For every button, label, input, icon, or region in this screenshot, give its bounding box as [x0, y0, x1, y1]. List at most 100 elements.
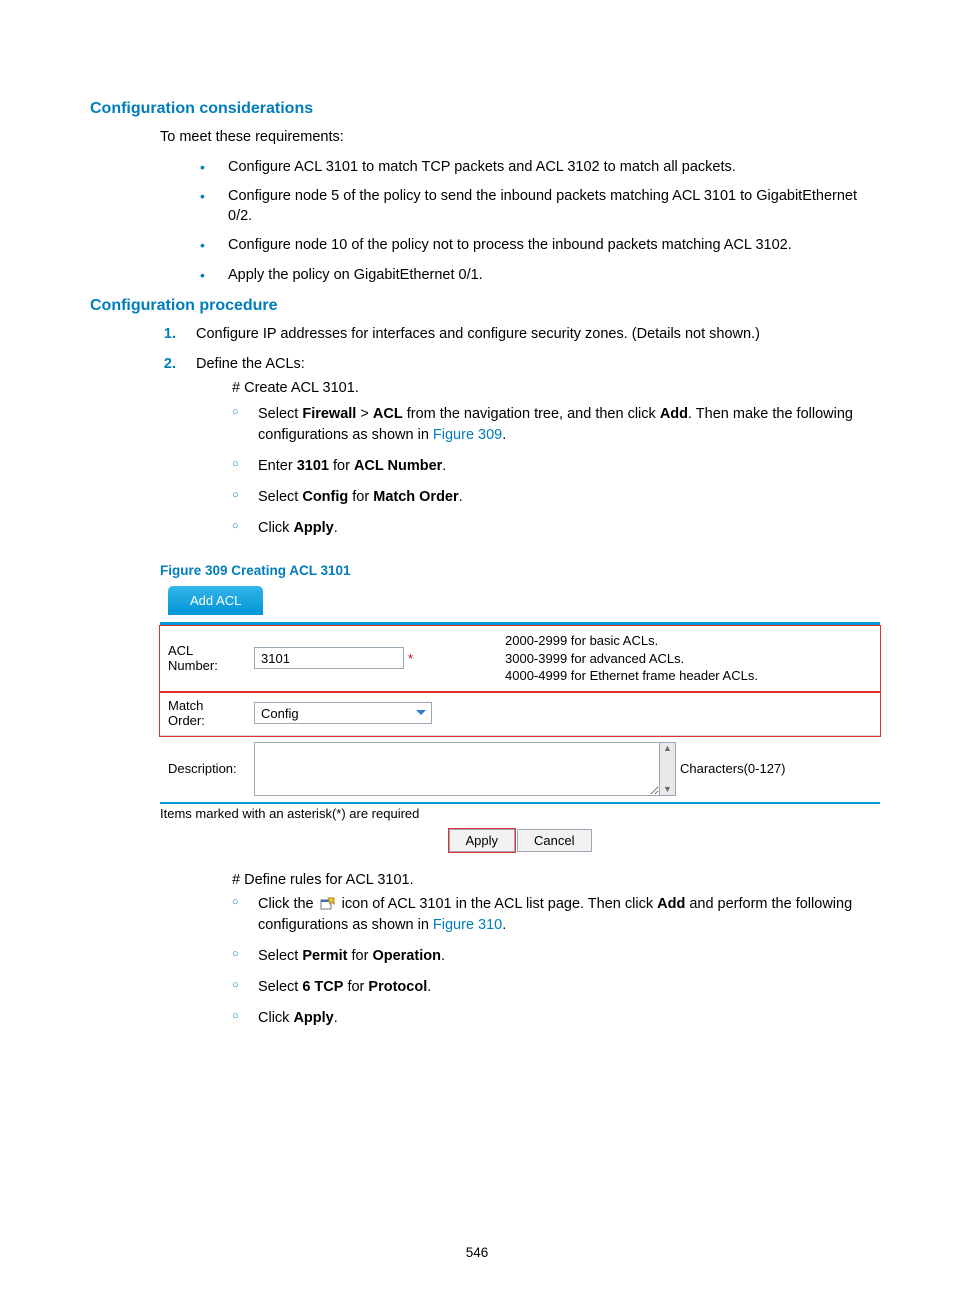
- step-1: 1. Configure IP addresses for interfaces…: [160, 325, 864, 345]
- text: Enter: [258, 458, 297, 474]
- label-description: Description:: [160, 742, 250, 796]
- text: Select: [258, 406, 302, 422]
- step-number: 1.: [160, 325, 176, 345]
- document-page: Configuration considerations To meet the…: [0, 0, 954, 1296]
- label-line: Order:: [168, 713, 246, 729]
- row-acl-number: ACL Number: * 2000-2999 for basic ACLs. …: [160, 626, 880, 692]
- text: .: [502, 427, 506, 443]
- tab-strip: Add ACL: [160, 586, 880, 622]
- control-cell: ▲ ▼ Characters(0-127): [250, 742, 786, 796]
- text: .: [502, 917, 506, 933]
- sub-item: Select Permit for Operation.: [232, 946, 864, 967]
- bold: Permit: [302, 948, 347, 964]
- text: for: [343, 979, 368, 995]
- text: Select: [258, 979, 302, 995]
- bold: Operation: [372, 948, 440, 964]
- figure-link-309[interactable]: Figure 309: [433, 427, 502, 443]
- text: from the navigation tree, and then click: [403, 406, 660, 422]
- scroll-up-icon: ▲: [663, 744, 672, 753]
- text: for: [329, 458, 354, 474]
- sub-item: Select Config for Match Order.: [232, 487, 864, 508]
- hint-cell-empty: [445, 692, 880, 735]
- text: Click: [258, 1010, 293, 1026]
- control-cell: *: [250, 626, 445, 691]
- substep-title: # Define rules for ACL 3101.: [232, 872, 864, 888]
- bold: ACL Number: [354, 458, 442, 474]
- row-match-order: Match Order: Config: [160, 692, 880, 736]
- button-bar: Apply Cancel: [160, 825, 880, 852]
- edit-icon: [320, 896, 336, 910]
- sub-item: Select 6 TCP for Protocol.: [232, 977, 864, 998]
- apply-highlight: Apply: [449, 829, 516, 852]
- row-description: Description: ▲ ▼ Characters(0-127): [160, 736, 880, 802]
- bold: ACL: [373, 406, 403, 422]
- step-body: Configure IP addresses for interfaces an…: [196, 325, 864, 345]
- text: Click: [258, 520, 293, 536]
- bullet-item: Configure node 5 of the policy to send t…: [200, 187, 864, 226]
- considerations-list: Configure ACL 3101 to match TCP packets …: [90, 158, 864, 286]
- hint-line: 2000-2999 for basic ACLs.: [505, 632, 876, 650]
- text: .: [334, 520, 338, 536]
- step-body: Define the ACLs: # Create ACL 3101. Sele…: [196, 355, 864, 549]
- match-order-select[interactable]: Config: [254, 702, 432, 724]
- sub-item: Click the icon of ACL 3101 in the ACL li…: [232, 894, 864, 936]
- text: .: [334, 1010, 338, 1026]
- bullet-item: Configure ACL 3101 to match TCP packets …: [200, 158, 864, 178]
- text: .: [441, 948, 445, 964]
- page-number: 546: [0, 1245, 954, 1260]
- hint-line: 4000-4999 for Ethernet frame header ACLs…: [505, 667, 876, 685]
- text: .: [427, 979, 431, 995]
- chevron-down-icon: [413, 705, 429, 721]
- scrollbar[interactable]: ▲ ▼: [659, 742, 676, 796]
- bold: Protocol: [368, 979, 427, 995]
- add-acl-dialog: Add ACL ACL Number: * 2000-2999 for basi…: [160, 586, 880, 852]
- text: for: [347, 948, 372, 964]
- bold: 3101: [297, 458, 329, 474]
- bold: Firewall: [302, 406, 356, 422]
- sub-item: Enter 3101 for ACL Number.: [232, 456, 864, 477]
- bold: Apply: [293, 1010, 333, 1026]
- bold: 6 TCP: [302, 979, 343, 995]
- bold: Apply: [293, 520, 333, 536]
- select-value: Config: [261, 706, 299, 721]
- text: .: [442, 458, 446, 474]
- bold: Add: [657, 896, 685, 912]
- figure-link-310[interactable]: Figure 310: [433, 917, 502, 933]
- description-hint: Characters(0-127): [680, 761, 786, 776]
- heading-configuration-procedure: Configuration procedure: [90, 297, 864, 315]
- sub-list-a: Select Firewall > ACL from the navigatio…: [196, 404, 864, 539]
- apply-button[interactable]: Apply: [449, 829, 516, 852]
- sub-item: Click Apply.: [232, 1008, 864, 1029]
- heading-configuration-considerations: Configuration considerations: [90, 100, 864, 118]
- bold: Config: [302, 489, 348, 505]
- label-acl-number: ACL Number:: [160, 626, 250, 691]
- step-text: Define the ACLs:: [196, 356, 305, 372]
- procedure-list: 1. Configure IP addresses for interfaces…: [90, 325, 864, 549]
- description-textarea[interactable]: [254, 742, 660, 796]
- label-line: ACL: [168, 643, 246, 659]
- step-2: 2. Define the ACLs: # Create ACL 3101. S…: [160, 355, 864, 549]
- scroll-down-icon: ▼: [663, 785, 672, 794]
- cancel-button[interactable]: Cancel: [517, 829, 591, 852]
- text: >: [356, 406, 373, 422]
- acl-number-input[interactable]: [254, 647, 404, 669]
- hint-line: 3000-3999 for advanced ACLs.: [505, 650, 876, 668]
- control-cell: Config: [250, 692, 445, 735]
- substep-title: # Create ACL 3101.: [232, 379, 864, 399]
- text: Click the: [258, 896, 318, 912]
- divider: [160, 802, 880, 804]
- text: Select: [258, 489, 302, 505]
- bold: Match Order: [373, 489, 458, 505]
- tab-add-acl[interactable]: Add ACL: [168, 586, 263, 615]
- bold: Add: [660, 406, 688, 422]
- text: icon of ACL 3101 in the ACL list page. T…: [338, 896, 657, 912]
- text: .: [459, 489, 463, 505]
- text: Select: [258, 948, 302, 964]
- label-match-order: Match Order:: [160, 692, 250, 735]
- step-number: 2.: [160, 355, 176, 549]
- text: for: [348, 489, 373, 505]
- sub-list-b: Click the icon of ACL 3101 in the ACL li…: [196, 894, 864, 1029]
- sub-item: Click Apply.: [232, 518, 864, 539]
- intro-paragraph: To meet these requirements:: [160, 128, 864, 148]
- required-note: Items marked with an asterisk(*) are req…: [160, 806, 880, 821]
